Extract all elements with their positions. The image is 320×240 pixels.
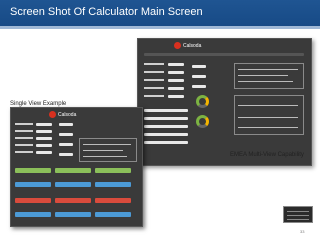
slide-title: Screen Shot Of Calculator Main Screen: [10, 6, 203, 18]
title-underline: [0, 26, 320, 29]
single-view-label: Single View Example: [10, 101, 67, 107]
calsoda-logo-icon: [49, 111, 56, 118]
status-band-red: [15, 198, 51, 203]
thumbnail-screenshot: [283, 206, 313, 223]
gauge-icon: [196, 115, 209, 128]
chart-axis-line: [238, 117, 298, 118]
summary-text-line: [238, 81, 293, 82]
chart-axis-line: [238, 127, 298, 128]
calsoda-logo-text: Calsoda: [58, 112, 77, 118]
results-text-line: [83, 144, 131, 145]
status-band-blue: [95, 212, 131, 217]
data-row: [144, 133, 188, 136]
field-label: [15, 151, 33, 153]
field-label: [144, 71, 164, 73]
emea-multiview-label: EMEA Multi-View Capability: [230, 152, 304, 158]
results-text-line: [83, 150, 123, 151]
status-band-red: [95, 198, 131, 203]
input-field[interactable]: [36, 123, 52, 126]
calsoda-logo-text: Calsoda: [183, 43, 202, 49]
summary-text-line: [238, 75, 288, 76]
screenshot-emea-multiview: Calsoda: [137, 38, 312, 166]
input-field[interactable]: [168, 79, 184, 82]
field-label: [144, 87, 164, 89]
emea-chart-panel: [234, 95, 304, 135]
page-number: 33: [300, 229, 305, 234]
data-row: [144, 117, 188, 120]
input-field[interactable]: [59, 143, 73, 146]
input-field[interactable]: [59, 153, 73, 156]
field-label: [15, 144, 33, 146]
input-field[interactable]: [192, 75, 206, 78]
results-text-line: [83, 156, 127, 157]
calsoda-logo-icon: [174, 42, 181, 49]
status-band-red: [55, 198, 91, 203]
thumbnail-line: [287, 211, 309, 212]
input-field[interactable]: [36, 137, 52, 140]
summary-text-line: [238, 69, 298, 70]
field-label: [15, 137, 33, 139]
field-label: [144, 95, 164, 97]
slide-title-bar: Screen Shot Of Calculator Main Screen: [0, 0, 320, 26]
screenshot-single-view: Calsoda: [10, 107, 143, 227]
input-field[interactable]: [36, 151, 52, 154]
input-field[interactable]: [192, 65, 206, 68]
status-band-blue: [95, 182, 131, 187]
status-band-green: [95, 168, 131, 173]
data-row: [144, 125, 188, 128]
thumbnail-line: [287, 219, 309, 220]
input-field[interactable]: [36, 130, 52, 133]
input-field[interactable]: [192, 85, 206, 88]
status-band-green: [55, 168, 91, 173]
input-field[interactable]: [168, 63, 184, 66]
input-field[interactable]: [36, 144, 52, 147]
field-label: [144, 79, 164, 81]
status-band-blue: [15, 212, 51, 217]
field-label: [144, 63, 164, 65]
status-band-blue: [55, 212, 91, 217]
status-band-blue: [15, 182, 51, 187]
field-label: [15, 123, 33, 125]
chart-axis-line: [238, 105, 298, 106]
input-field[interactable]: [168, 71, 184, 74]
summary-panel: [234, 63, 304, 89]
input-field[interactable]: [168, 87, 184, 90]
input-field[interactable]: [59, 123, 73, 126]
input-field[interactable]: [59, 133, 73, 136]
data-row: [144, 141, 188, 144]
gauge-icon: [196, 95, 209, 108]
thumbnail-line: [287, 215, 309, 216]
status-band-green: [15, 168, 51, 173]
header-row: [144, 53, 304, 56]
data-row: [144, 109, 188, 112]
status-band-blue: [55, 182, 91, 187]
input-field[interactable]: [168, 95, 184, 98]
field-label: [15, 130, 33, 132]
